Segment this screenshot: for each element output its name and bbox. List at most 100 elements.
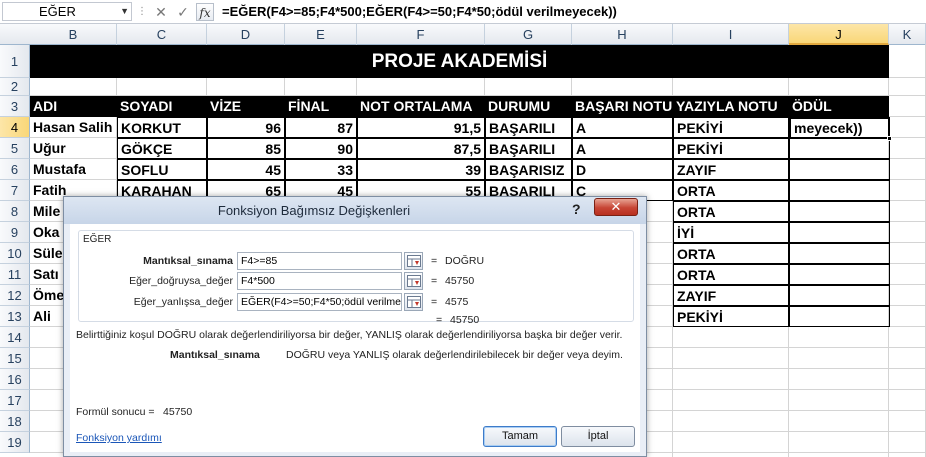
table-cell-odul[interactable] [789, 159, 890, 180]
row-header-5[interactable]: 5 [0, 138, 30, 159]
table-cell-notu[interactable]: D [572, 159, 673, 180]
row-header-7[interactable]: 7 [0, 180, 30, 201]
name-box[interactable]: EĞER ▼ [2, 2, 132, 21]
table-cell-vize[interactable]: 45 [207, 159, 285, 180]
ok-button[interactable]: Tamam [483, 426, 557, 447]
column-header-g[interactable]: G [485, 24, 572, 45]
table-cell-ort[interactable]: 87,5 [357, 138, 485, 159]
table-cell-yazi[interactable]: ZAYIF [673, 159, 789, 180]
row-header-10[interactable]: 10 [0, 243, 30, 264]
active-cell-j4[interactable]: meyecek)) [789, 117, 892, 141]
table-cell-durum[interactable]: BAŞARISIZ [485, 159, 572, 180]
table-cell-adi[interactable]: Hasan Salih [30, 117, 117, 138]
row-header-8[interactable]: 8 [0, 201, 30, 222]
row-header-2[interactable]: 2 [0, 78, 30, 96]
column-header-c[interactable]: C [117, 24, 207, 45]
cancel-button[interactable]: İptal [561, 426, 635, 447]
value-if-false-input[interactable]: EĞER(F4>=50;F4*50;ödül verilme [237, 293, 402, 311]
row-header-17[interactable]: 17 [0, 390, 30, 411]
table-cell-soyadi[interactable]: KORKUT [117, 117, 207, 138]
table-cell-ort[interactable]: 91,5 [357, 117, 485, 138]
fill-handle[interactable] [887, 136, 892, 141]
dialog-title-bar[interactable]: Fonksiyon Bağımsız Değişkenleri ? ✕ [64, 197, 646, 224]
header-cell[interactable]: DURUMU [485, 96, 572, 117]
logical-test-input[interactable]: F4>=85 [237, 252, 402, 270]
row-header-14[interactable]: 14 [0, 327, 30, 348]
table-cell-yazi[interactable]: PEKİYİ [673, 306, 789, 327]
table-cell-adi[interactable]: Mustafa [30, 159, 117, 180]
table-cell-final[interactable]: 90 [285, 138, 357, 159]
header-cell[interactable]: FİNAL [285, 96, 357, 117]
table-cell-notu[interactable]: A [572, 117, 673, 138]
column-header-e[interactable]: E [285, 24, 357, 45]
column-header-j[interactable]: J [789, 24, 889, 45]
column-header-h[interactable]: H [572, 24, 673, 45]
row-header-16[interactable]: 16 [0, 369, 30, 390]
header-cell[interactable]: BAŞARI NOTU [572, 96, 673, 117]
insert-function-icon[interactable]: fx [196, 3, 214, 21]
column-header-b[interactable]: B [30, 24, 117, 45]
table-cell-yazi[interactable]: İYİ [673, 222, 789, 243]
table-cell-odul[interactable] [789, 306, 890, 327]
table-cell-notu[interactable]: A [572, 138, 673, 159]
table-cell-odul[interactable] [789, 138, 890, 159]
help-icon[interactable]: ? [572, 199, 581, 219]
table-cell-odul[interactable] [789, 285, 890, 306]
row-header-19[interactable]: 19 [0, 432, 30, 453]
column-header-f[interactable]: F [357, 24, 485, 45]
table-cell-soyadi[interactable]: SOFLU [117, 159, 207, 180]
row-header-3[interactable]: 3 [0, 96, 30, 117]
table-cell-odul[interactable] [789, 264, 890, 285]
header-cell[interactable]: YAZIYLA NOTU [673, 96, 789, 117]
formula-input[interactable]: =EĞER(F4>=85;F4*500;EĞER(F4>=50;F4*50;öd… [222, 3, 617, 21]
column-header-d[interactable]: D [207, 24, 285, 45]
row-header-11[interactable]: 11 [0, 264, 30, 285]
value-if-true-input[interactable]: F4*500 [237, 272, 402, 290]
table-cell-odul[interactable] [789, 201, 890, 222]
table-cell-durum[interactable]: BAŞARILI [485, 138, 572, 159]
name-box-dropdown-icon[interactable]: ▼ [120, 3, 129, 20]
table-cell-odul[interactable] [789, 243, 890, 264]
row-header-18[interactable]: 18 [0, 411, 30, 432]
row-header-4[interactable]: 4 [0, 117, 30, 138]
row-header-15[interactable]: 15 [0, 348, 30, 369]
table-cell-yazi[interactable]: ORTA [673, 264, 789, 285]
table-cell-final[interactable]: 87 [285, 117, 357, 138]
row-header-12[interactable]: 12 [0, 285, 30, 306]
header-cell[interactable]: SOYADI [117, 96, 207, 117]
table-cell-vize[interactable]: 96 [207, 117, 285, 138]
table-cell-adi[interactable]: Uğur [30, 138, 117, 159]
table-cell-yazi[interactable]: ORTA [673, 180, 789, 201]
table-cell-yazi[interactable]: PEKİYİ [673, 117, 789, 138]
table-cell-yazi[interactable]: ORTA [673, 243, 789, 264]
table-cell-final[interactable]: 33 [285, 159, 357, 180]
collapse-dialog-icon[interactable] [404, 272, 423, 290]
collapse-dialog-icon[interactable] [404, 293, 423, 311]
header-cell[interactable]: ADI [30, 96, 117, 117]
row-header-1[interactable]: 1 [0, 45, 30, 78]
sheet-title[interactable]: PROJE AKADEMİSİ [30, 45, 889, 78]
header-cell[interactable]: NOT ORTALAMA [357, 96, 485, 117]
row-header-9[interactable]: 9 [0, 222, 30, 243]
table-cell-yazi[interactable]: ZAYIF [673, 285, 789, 306]
table-cell-odul[interactable] [789, 222, 890, 243]
function-help-link[interactable]: Fonksiyon yardımı [76, 432, 162, 444]
row-header-6[interactable]: 6 [0, 159, 30, 180]
table-cell-durum[interactable]: BAŞARILI [485, 117, 572, 138]
table-cell-yazi[interactable]: PEKİYİ [673, 138, 789, 159]
collapse-dialog-icon[interactable] [404, 252, 423, 270]
table-cell-soyadi[interactable]: GÖKÇE [117, 138, 207, 159]
enter-icon[interactable]: ✓ [174, 3, 192, 21]
cancel-icon[interactable]: ✕ [152, 3, 170, 21]
header-cell[interactable]: ÖDÜL [789, 96, 889, 117]
table-cell-ort[interactable]: 39 [357, 159, 485, 180]
table-cell-vize[interactable]: 85 [207, 138, 285, 159]
header-cell[interactable]: VİZE [207, 96, 285, 117]
close-button[interactable]: ✕ [594, 198, 638, 216]
table-cell-odul[interactable] [789, 180, 890, 201]
row-header-13[interactable]: 13 [0, 306, 30, 327]
column-header-i[interactable]: I [673, 24, 789, 45]
table-cell-yazi[interactable]: ORTA [673, 201, 789, 222]
arg-result-3: 4575 [445, 296, 469, 308]
column-header-k[interactable]: K [889, 24, 926, 45]
